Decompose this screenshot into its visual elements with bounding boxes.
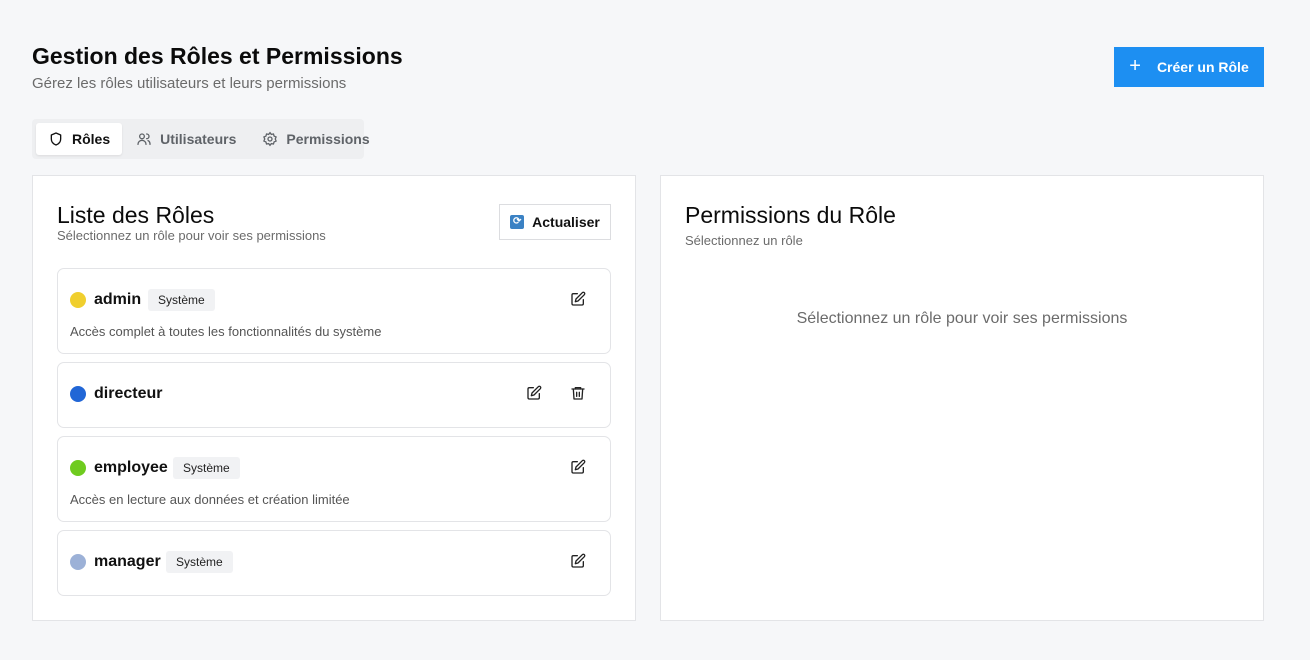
refresh-button[interactable]: ⟳ Actualiser (499, 204, 611, 240)
gear-icon (263, 131, 278, 147)
edit-icon (571, 291, 586, 306)
role-card-admin[interactable]: admin Système Accès complet à toutes les… (57, 268, 611, 354)
roles-panel: Liste des Rôles Sélectionnez un rôle pou… (32, 175, 636, 621)
role-card-employee[interactable]: employee Système Accès en lecture aux do… (57, 436, 611, 522)
shield-icon (50, 132, 62, 146)
plus-icon: + (1129, 55, 1141, 77)
roles-panel-subtitle: Sélectionnez un rôle pour voir ses permi… (57, 228, 326, 243)
tab-roles-label: Rôles (72, 131, 111, 147)
page-title: Gestion des Rôles et Permissions (32, 43, 403, 69)
tab-roles[interactable]: Rôles (36, 123, 123, 155)
role-name: admin (94, 291, 142, 308)
tab-bar: Rôles Utilisateurs Permissions (32, 119, 370, 159)
role-color-dot (70, 460, 86, 476)
system-badge: Système (148, 289, 215, 311)
system-badge: Système (166, 551, 233, 573)
system-badge: Système (173, 457, 240, 479)
edit-role-button[interactable] (566, 455, 590, 479)
permissions-panel-subtitle: Sélectionnez un rôle (685, 233, 803, 248)
delete-role-button[interactable] (566, 381, 590, 405)
role-description: Accès complet à toutes les fonctionnalit… (70, 324, 382, 339)
edit-role-button[interactable] (566, 549, 590, 573)
edit-role-button[interactable] (566, 287, 590, 311)
tab-permissions-label: Permissions (286, 131, 370, 147)
tab-permissions[interactable]: Permissions (250, 123, 381, 155)
role-card-directeur[interactable]: directeur (57, 362, 611, 428)
roles-panel-title: Liste des Rôles (57, 202, 215, 228)
edit-icon (527, 385, 542, 400)
permissions-panel: Permissions du Rôle Sélectionnez un rôle… (660, 175, 1264, 621)
users-icon (137, 133, 151, 145)
role-name: directeur (94, 385, 163, 402)
edit-icon (571, 459, 586, 474)
role-color-dot (70, 386, 86, 402)
create-role-label: Créer un Rôle (1156, 59, 1249, 75)
tab-users[interactable]: Utilisateurs (124, 123, 248, 155)
role-color-dot (70, 292, 86, 308)
refresh-label: Actualiser (532, 214, 600, 230)
role-card-manager[interactable]: manager Système (57, 530, 611, 596)
page-subtitle: Gérez les rôles utilisateurs et leurs pe… (32, 75, 347, 92)
tab-users-label: Utilisateurs (160, 131, 237, 147)
role-name: manager (94, 553, 161, 570)
edit-icon (571, 553, 586, 568)
permissions-panel-title: Permissions du Rôle (685, 202, 896, 228)
create-role-button[interactable]: + Créer un Rôle (1114, 47, 1264, 87)
refresh-icon: ⟳ (510, 215, 525, 229)
edit-role-button[interactable] (522, 381, 546, 405)
role-description: Accès en lecture aux données et création… (70, 492, 350, 507)
empty-state-message: Sélectionnez un rôle pour voir ses permi… (796, 310, 1128, 327)
trash-icon (571, 387, 585, 400)
role-name: employee (94, 459, 168, 476)
role-color-dot (70, 554, 86, 570)
